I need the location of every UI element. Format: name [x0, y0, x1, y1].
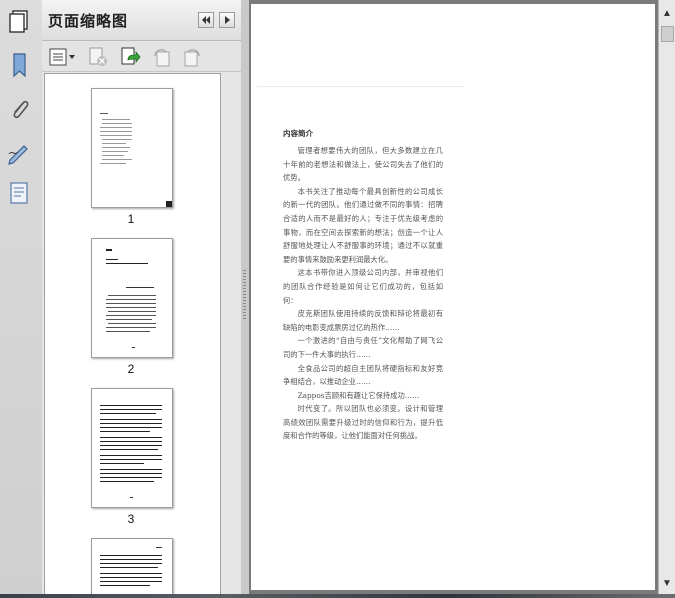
insert-page-icon[interactable]	[119, 46, 141, 68]
page-thumbnail-4[interactable]	[91, 538, 173, 594]
rotate-left-icon[interactable]	[151, 46, 173, 68]
page-thumbnail-3[interactable]	[91, 388, 173, 508]
attachment-icon[interactable]	[6, 96, 32, 122]
collapse-panel-button[interactable]	[198, 12, 214, 28]
thumbnail-label: 1	[127, 212, 135, 226]
paragraph: 全食品公司的超自主团队将硬指标和友好竞争相结合，以推动企业……	[283, 363, 443, 387]
page-thumbnail-2[interactable]	[91, 238, 173, 358]
scroll-down-icon[interactable]: ▼	[661, 578, 673, 590]
thumbnail-label: 2	[127, 362, 135, 376]
panel-title: 页面缩略图	[48, 12, 129, 30]
paragraph: 时代变了。所以团队也必须变。设计和管理高绩效团队需要升级过时的信仰和行为，提升低…	[283, 404, 443, 441]
thumbnail-label: 3	[127, 512, 135, 526]
paragraph: 这本书带你进入顶级公司内部，并审视他们的团队合作经验是如何让它们成功的，包括如何…	[283, 268, 443, 305]
chevron-right-icon	[225, 16, 230, 24]
paragraph: Zappos吉顾和有趣让它保持成功……	[297, 390, 420, 400]
scrollbar-thumb[interactable]	[661, 26, 674, 42]
section-body: 管理者想要伟大的团队，但大多数建立在几十年前的老想法和做法上，使公司失去了他们的…	[283, 144, 443, 443]
page-divider	[257, 86, 465, 87]
double-chevron-left-icon	[202, 16, 210, 24]
delete-page-icon[interactable]	[87, 46, 109, 68]
page-thumbnails-panel: 页面缩略图 1 2 3	[42, 0, 275, 596]
thumbnail-list[interactable]: 1 2 3	[44, 73, 221, 595]
page-thumbnail-1[interactable]	[91, 88, 173, 208]
options-menu-icon[interactable]	[48, 46, 76, 68]
layers-icon[interactable]	[6, 180, 32, 206]
rotate-right-icon[interactable]	[181, 46, 203, 68]
scroll-up-icon[interactable]: ▲	[661, 8, 673, 20]
document-page: 内容简介 管理者想要伟大的团队，但大多数建立在几十年前的老想法和做法上，使公司失…	[251, 4, 655, 590]
taskbar-edge	[0, 594, 675, 598]
document-view[interactable]: 内容简介 管理者想要伟大的团队，但大多数建立在几十年前的老想法和做法上，使公司失…	[249, 0, 658, 598]
panel-header: 页面缩略图	[42, 0, 241, 41]
panel-splitter[interactable]	[241, 0, 249, 598]
paragraph: 本书关注了推动每个最具创新性的公司成长的新一代的团队。他们通过做不同的事情：招聘…	[283, 186, 443, 264]
signature-icon[interactable]	[6, 140, 32, 166]
paragraph: 一个激进的“自由与责任”文化帮助了网飞公司的下一件大事的执行……	[283, 336, 443, 359]
splitter-grip-icon[interactable]	[243, 270, 246, 320]
paragraph: 管理者想要伟大的团队，但大多数建立在几十年前的老想法和做法上，使公司失去了他们的…	[283, 146, 443, 183]
expand-panel-button[interactable]	[219, 12, 235, 28]
document-scrollbar[interactable]: ▲ ▼	[658, 0, 675, 598]
paragraph: 皮克斯团队使用持续的反馈和辩论将最初有缺陷的电影变成票房过亿的热作……	[283, 309, 443, 332]
page-thumbnails-icon[interactable]	[6, 8, 32, 34]
navigation-strip	[0, 0, 43, 598]
panel-toolbar	[42, 41, 241, 72]
bookmark-icon[interactable]	[6, 52, 32, 78]
section-title: 内容简介	[283, 129, 313, 138]
